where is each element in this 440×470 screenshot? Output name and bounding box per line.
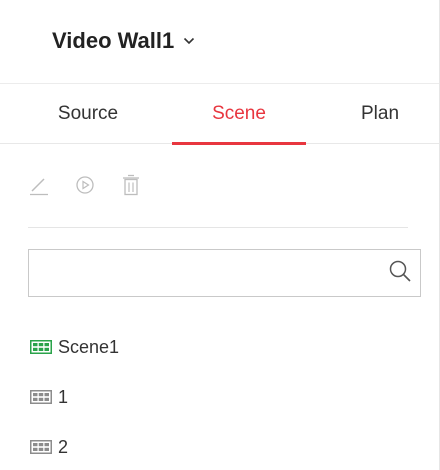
scene-search-box	[28, 249, 421, 297]
edit-button[interactable]	[28, 175, 50, 199]
tab-scene-label: Scene	[212, 103, 266, 124]
scene-item-label: Scene1	[58, 336, 120, 357]
scene-item-scene1[interactable]: Scene1	[30, 322, 420, 372]
delete-icon	[120, 173, 142, 202]
tab-scene[interactable]: Scene	[172, 84, 306, 145]
tab-bar: Source Scene Plan	[0, 84, 439, 145]
toolbar-divider	[28, 227, 408, 228]
scene-item-label: 2	[58, 436, 69, 457]
scene-list: Scene1 1 2	[30, 322, 420, 470]
video-wall-title: Video Wall1	[52, 28, 175, 53]
scene-grid-icon	[30, 390, 52, 404]
play-icon	[74, 174, 96, 201]
scene-grid-icon	[30, 440, 52, 454]
play-scene-button[interactable]	[74, 175, 96, 199]
scene-search-input[interactable]	[29, 250, 369, 296]
scene-toolbar	[28, 172, 408, 202]
scene-item-1[interactable]: 1	[30, 372, 420, 422]
scene-item-2[interactable]: 2	[30, 422, 420, 470]
delete-button[interactable]	[120, 173, 142, 202]
search-button[interactable]	[386, 259, 414, 287]
video-wall-panel: Video Wall1 Source Scene Plan Scene1 1 2	[0, 0, 440, 470]
search-icon	[388, 259, 412, 288]
panel-header: Video Wall1	[0, 0, 439, 84]
video-wall-selector[interactable]: Video Wall1	[52, 28, 195, 54]
tab-plan[interactable]: Plan	[336, 84, 424, 144]
scene-grid-icon	[30, 340, 52, 354]
tab-plan-label: Plan	[360, 103, 400, 124]
chevron-down-icon	[183, 36, 195, 46]
edit-icon	[28, 174, 50, 201]
active-tab-indicator	[172, 142, 306, 145]
tab-source-label: Source	[57, 103, 119, 124]
tab-source[interactable]: Source	[38, 84, 138, 144]
scene-item-label: 1	[58, 386, 69, 407]
